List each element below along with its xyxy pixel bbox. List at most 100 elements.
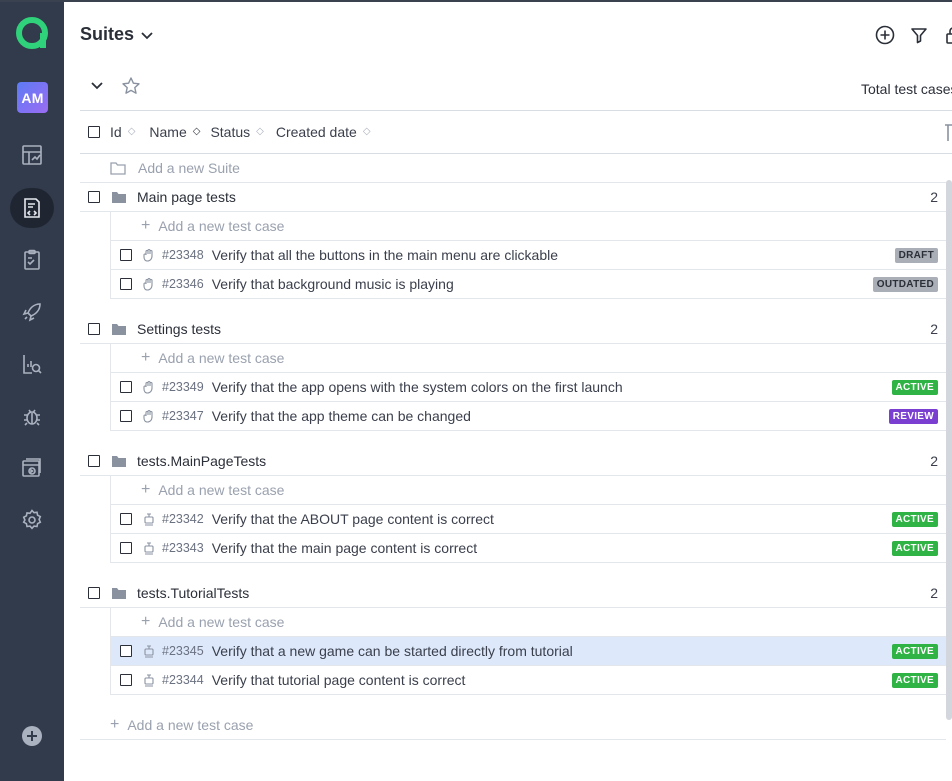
- column-status[interactable]: Status ◇: [210, 124, 263, 140]
- suite-checkbox[interactable]: [88, 455, 100, 467]
- add-test-case-bottom[interactable]: + Add a new test case: [80, 710, 946, 740]
- test-case-checkbox[interactable]: [120, 410, 132, 422]
- column-status-label: Status: [210, 124, 251, 140]
- runs-icon[interactable]: [10, 448, 54, 488]
- test-case-checkbox[interactable]: [120, 645, 132, 657]
- suite-name: tests.TutorialTests: [137, 585, 250, 601]
- test-case-checkbox[interactable]: [120, 249, 132, 261]
- test-case-title: Verify that tutorial page content is cor…: [211, 672, 466, 688]
- test-case-row[interactable]: #23345 Verify that a new game can be sta…: [110, 637, 946, 666]
- scrollbar[interactable]: [946, 180, 952, 720]
- column-id[interactable]: Id ◇: [110, 124, 135, 140]
- add-suite-row[interactable]: Add a new Suite: [80, 154, 946, 183]
- add-test-case-label: Add a new test case: [158, 218, 285, 234]
- filter-icon[interactable]: [908, 24, 930, 46]
- sort-active-icon: ◇: [192, 126, 201, 137]
- analytics-icon[interactable]: [10, 344, 54, 384]
- dashboard-icon[interactable]: [10, 135, 54, 175]
- page-title[interactable]: Suites: [80, 24, 154, 45]
- add-test-case-row[interactable]: + Add a new test case: [110, 344, 946, 373]
- status-badge: DRAFT: [894, 247, 938, 263]
- sort-icon: ◇: [127, 126, 136, 137]
- test-case-checkbox[interactable]: [120, 278, 132, 290]
- avatar[interactable]: AM: [17, 82, 48, 113]
- test-case-row[interactable]: #23347 Verify that the app theme can be …: [110, 402, 946, 431]
- total-test-cases-label: Total test cases: [861, 81, 952, 97]
- launches-icon[interactable]: [10, 292, 54, 332]
- folder-icon: [112, 324, 126, 335]
- test-case-checkbox[interactable]: [120, 381, 132, 393]
- plus-icon: +: [141, 613, 151, 630]
- test-case-row[interactable]: #23348 Verify that all the buttons in th…: [110, 241, 946, 270]
- test-case-checkbox[interactable]: [120, 513, 132, 525]
- suite-name: Settings tests: [137, 321, 222, 337]
- folder-outline-icon: [110, 162, 126, 175]
- test-case-row[interactable]: #23344 Verify that tutorial page content…: [110, 666, 946, 695]
- chevron-down-icon: [141, 31, 153, 39]
- page-title-text: Suites: [80, 24, 135, 44]
- test-case-id: #23348: [162, 248, 204, 262]
- test-cases-icon[interactable]: [10, 188, 54, 228]
- suite-row[interactable]: Settings tests 2: [80, 315, 946, 344]
- column-created-date[interactable]: Created date ◇: [276, 124, 371, 140]
- manual-hand-icon: [143, 409, 153, 423]
- select-all-checkbox[interactable]: [88, 126, 100, 138]
- status-badge: ACTIVE: [891, 672, 938, 688]
- suite-checkbox[interactable]: [88, 191, 100, 203]
- lock-icon[interactable]: [942, 24, 952, 46]
- test-case-checkbox[interactable]: [120, 674, 132, 686]
- star-icon[interactable]: [121, 76, 141, 96]
- suite-count: 2: [930, 321, 938, 337]
- app-logo[interactable]: [14, 15, 50, 51]
- test-case-id: #23347: [162, 409, 204, 423]
- add-test-case-row[interactable]: + Add a new test case: [110, 212, 946, 241]
- column-name[interactable]: Name ◇: [149, 124, 200, 140]
- suite-row[interactable]: Main page tests 2: [80, 183, 946, 212]
- test-case-title: Verify that the main page content is cor…: [211, 540, 478, 556]
- suite-count: 2: [930, 453, 938, 469]
- folder-icon: [112, 588, 126, 599]
- test-case-row[interactable]: #23343 Verify that the main page content…: [110, 534, 946, 563]
- manual-hand-icon: [143, 248, 153, 262]
- top-border: [0, 0, 952, 2]
- test-case-row[interactable]: #23349 Verify that the app opens with th…: [110, 373, 946, 402]
- status-badge: REVIEW: [888, 408, 938, 424]
- test-case-row[interactable]: #23342 Verify that the ABOUT page conten…: [110, 505, 946, 534]
- add-test-case-row[interactable]: + Add a new test case: [110, 608, 946, 637]
- add-test-case-label: Add a new test case: [127, 716, 254, 733]
- test-case-id: #23342: [162, 512, 204, 526]
- folder-icon: [112, 456, 126, 467]
- add-test-case-row[interactable]: + Add a new test case: [110, 476, 946, 505]
- header-actions: [874, 24, 952, 46]
- suite-row[interactable]: tests.MainPageTests 2: [80, 447, 946, 476]
- column-settings-icon[interactable]: [944, 124, 952, 142]
- status-badge: OUTDATED: [872, 276, 938, 292]
- test-plans-icon[interactable]: [10, 240, 54, 280]
- status-badge: ACTIVE: [891, 511, 938, 527]
- defects-icon[interactable]: [10, 396, 54, 436]
- add-test-case-label: Add a new test case: [158, 482, 285, 498]
- folder-icon: [112, 192, 126, 203]
- add-suite-label: Add a new Suite: [138, 160, 240, 176]
- add-test-case-label: Add a new test case: [158, 350, 285, 366]
- test-case-checkbox[interactable]: [120, 542, 132, 554]
- suite-name: tests.MainPageTests: [137, 453, 267, 469]
- suite-checkbox[interactable]: [88, 587, 100, 599]
- automated-robot-icon: [144, 674, 154, 687]
- sort-icon: ◇: [256, 126, 264, 137]
- plus-circle-icon[interactable]: [10, 716, 54, 756]
- suite-row[interactable]: tests.TutorialTests 2: [80, 579, 946, 608]
- test-case-row[interactable]: #23346 Verify that background music is p…: [110, 270, 946, 299]
- column-name-label: Name: [149, 124, 187, 140]
- column-created-date-label: Created date: [275, 124, 357, 140]
- settings-icon[interactable]: [10, 500, 54, 540]
- collapse-chevron-icon[interactable]: [90, 78, 104, 92]
- suite-checkbox[interactable]: [88, 323, 100, 335]
- test-case-id: #23349: [162, 380, 204, 394]
- column-id-label: Id: [110, 124, 122, 140]
- add-circle-icon[interactable]: [874, 24, 896, 46]
- sidebar: AM: [0, 0, 952, 781]
- test-case-id: #23343: [162, 541, 204, 555]
- test-case-title: Verify that the ABOUT page content is co…: [211, 511, 494, 527]
- suite-count: 2: [930, 585, 938, 601]
